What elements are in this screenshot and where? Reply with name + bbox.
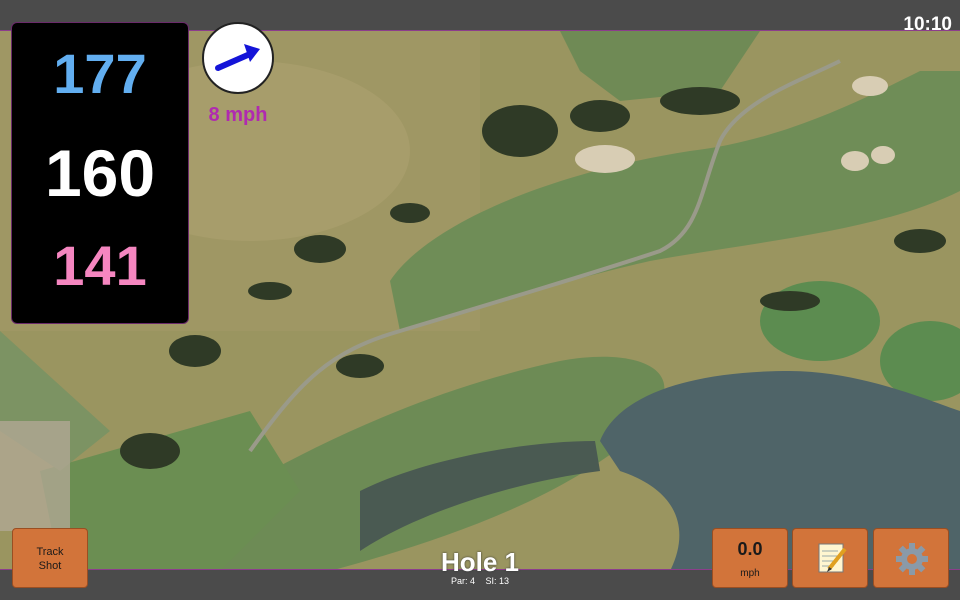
hole-stroke-index: SI: 13 [485,576,510,586]
speed-unit: mph [740,568,760,579]
notepad-icon [818,543,847,573]
track-shot-button[interactable]: Track Shot [12,528,88,588]
speed-button[interactable]: 0.0 mph [712,528,788,588]
wind-indicator [202,22,274,94]
notes-button[interactable] [792,528,868,588]
front-distance: 141 [53,234,147,297]
middle-distance: 160 [44,136,156,210]
track-shot-label-line2: Shot [38,560,62,572]
hole-meta: Par: 4 SI: 13 [380,576,580,586]
track-shot-label-line1: Track [36,546,64,558]
hole-par: Par: 4 [450,576,475,586]
wind-speed-label: 8 mph [208,104,268,126]
back-distance: 177 [53,42,147,105]
hole-title: Hole 1 [440,547,520,577]
gear-icon [896,543,928,575]
distance-panel: 177 160 141 [11,22,189,324]
wind-direction-arrow-icon [215,44,260,71]
speed-value: 0.0 [737,539,763,559]
settings-button[interactable] [873,528,949,588]
